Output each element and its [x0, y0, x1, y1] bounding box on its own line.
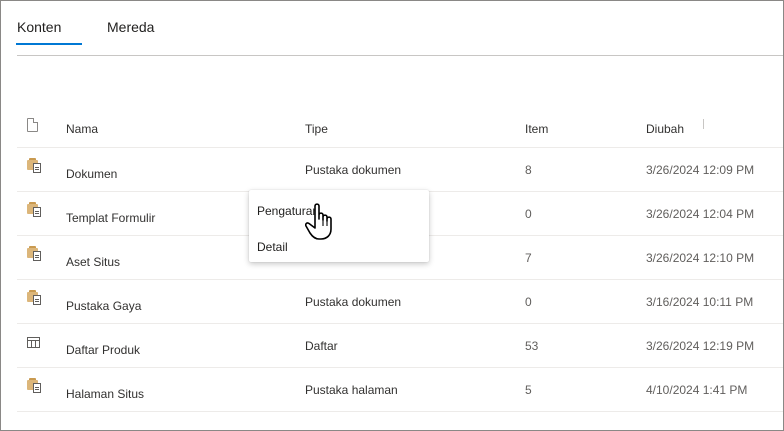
row-items: 0 [525, 207, 532, 221]
table-header-row: Nama Tipe Item Diubah [17, 109, 783, 148]
table-row[interactable]: Halaman Situs Pustaka halaman 5 4/10/202… [17, 368, 783, 412]
tab-konten[interactable]: Konten [15, 19, 83, 45]
row-name[interactable]: Daftar Produk [66, 343, 140, 357]
row-items: 53 [525, 339, 539, 353]
column-header-items[interactable]: Item [525, 122, 548, 136]
tab-mereda[interactable]: Mereda [107, 19, 154, 43]
file-type-header[interactable] [27, 118, 38, 135]
row-modified: 3/26/2024 12:10 PM [646, 251, 755, 265]
library-icon [27, 290, 43, 306]
row-name[interactable]: Aset Situs [66, 255, 120, 269]
row-items: 8 [525, 163, 532, 177]
tabs-divider [17, 55, 783, 56]
row-type: Pustaka halaman [305, 383, 398, 397]
menu-item-details[interactable]: Detail [257, 240, 288, 254]
table-row[interactable]: Pustaka Gaya Pustaka dokumen 0 3/16/2024… [17, 280, 783, 324]
row-name[interactable]: Templat Formulir [66, 211, 155, 225]
row-modified: 3/26/2024 12:09 PM [646, 163, 755, 177]
library-icon [27, 202, 43, 218]
row-icon [27, 378, 43, 397]
list-icon [27, 337, 40, 348]
row-icon [27, 246, 43, 265]
table-row[interactable]: Dokumen Pustaka dokumen 8 3/26/2024 12:0… [17, 148, 783, 192]
row-type: Pustaka dokumen [305, 295, 402, 309]
library-icon [27, 158, 43, 174]
row-modified: 3/26/2024 12:19 PM [646, 339, 755, 353]
row-items: 7 [525, 251, 532, 265]
row-icon [27, 290, 43, 309]
row-icon [27, 202, 43, 221]
row-modified: 4/10/2024 1:41 PM [646, 383, 748, 397]
file-icon [27, 118, 38, 132]
column-header-name[interactable]: Nama [66, 122, 98, 136]
row-name[interactable]: Dokumen [66, 167, 117, 181]
row-name[interactable]: Halaman Situs [66, 387, 144, 401]
row-type: Pustaka dokumen [305, 163, 402, 177]
library-icon [27, 246, 43, 262]
row-icon [27, 334, 40, 351]
row-modified: 3/16/2024 10:11 PM [646, 295, 754, 309]
row-items: 0 [525, 295, 532, 309]
column-header-modified[interactable]: Diubah [646, 122, 684, 136]
library-icon [27, 378, 43, 394]
column-header-type[interactable]: Tipe [305, 122, 328, 136]
sort-indicator [703, 119, 704, 129]
app-frame: Konten Mereda Nama Tipe Item Diubah Doku… [0, 0, 784, 431]
table-row[interactable]: Daftar Produk Daftar 53 3/26/2024 12:19 … [17, 324, 783, 368]
row-modified: 3/26/2024 12:04 PM [646, 207, 755, 221]
row-icon [27, 158, 43, 177]
row-name[interactable]: Pustaka Gaya [66, 299, 141, 313]
row-items: 5 [525, 383, 532, 397]
hand-cursor-icon [305, 203, 332, 240]
row-type: Daftar [305, 339, 338, 353]
